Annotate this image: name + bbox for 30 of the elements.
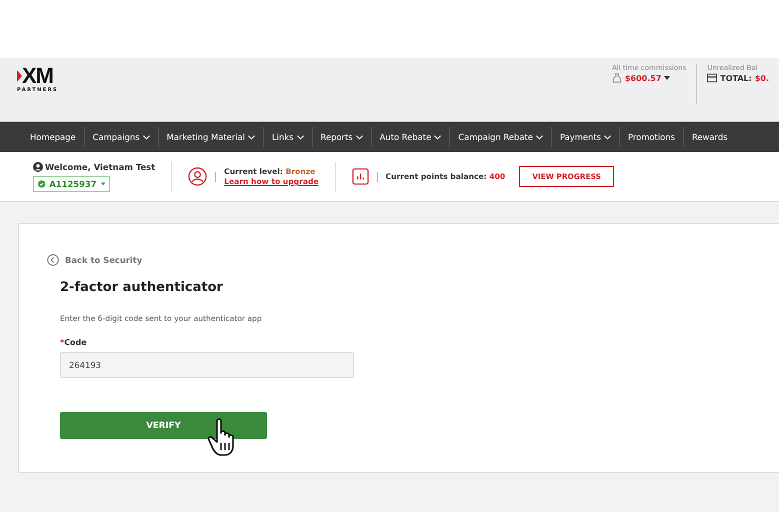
check-circle-icon [38, 178, 46, 188]
total-value: $0. [754, 74, 769, 82]
nav-item[interactable]: Payments [552, 132, 619, 142]
welcome-text: Welcome, Vietnam Test [45, 162, 156, 172]
form-title: 2-factor authenticator [60, 280, 224, 295]
user-icon [33, 162, 43, 172]
money-bag-icon [612, 73, 622, 83]
nav-item[interactable]: Reports [312, 132, 371, 142]
bar-chart-icon [352, 168, 369, 185]
logo-mark: XM [17, 65, 58, 87]
nav-item[interactable]: Auto Rebate [372, 132, 450, 142]
back-circle-icon [47, 254, 59, 266]
verify-button[interactable]: VERIFY [60, 412, 267, 439]
commissions-value[interactable]: $600.57 [624, 74, 662, 82]
nav-item[interactable]: Marketing Material [158, 132, 263, 142]
total-label: TOTAL: [720, 74, 752, 82]
nav-item[interactable]: Campaign Rebate [450, 132, 551, 142]
account-dropdown[interactable]: A1125937 [33, 176, 110, 192]
caret-icon [100, 182, 105, 186]
code-label: *Code [60, 338, 88, 347]
nav-item[interactable]: Promotions [620, 132, 683, 142]
caret-icon [664, 76, 670, 80]
back-link[interactable]: Back to Security [47, 254, 142, 266]
card-icon [707, 73, 718, 83]
nav-item[interactable]: Campaigns [84, 132, 158, 142]
user-circle-icon [188, 167, 208, 186]
nav-item[interactable]: Homepage [22, 132, 84, 142]
nav-item[interactable]: Links [264, 132, 312, 142]
code-input[interactable]: 264193 [60, 352, 354, 378]
nav-item[interactable]: Rewards [684, 132, 736, 142]
